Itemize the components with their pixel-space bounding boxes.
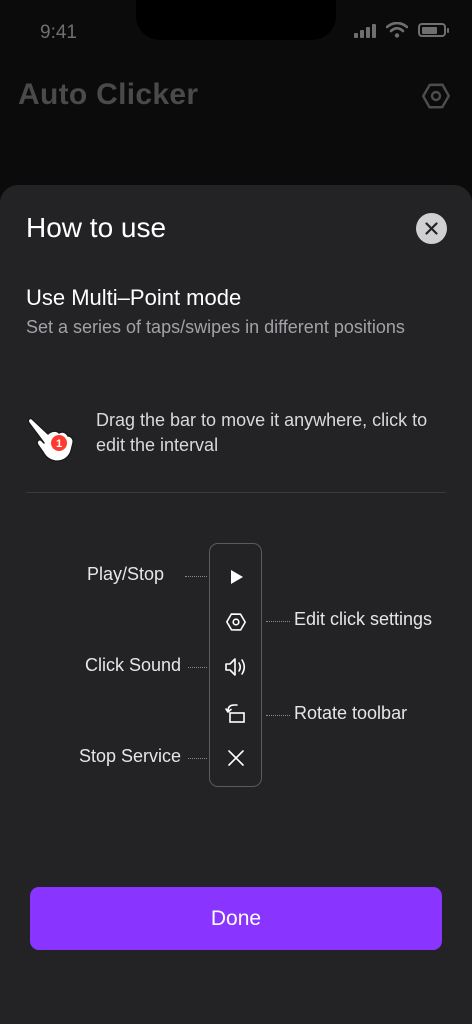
toolbar-settings-button[interactable] <box>210 607 261 637</box>
status-bar: 9:41 <box>0 0 472 64</box>
status-icons <box>354 22 449 38</box>
close-button[interactable] <box>416 213 447 244</box>
speaker-icon <box>224 658 245 676</box>
app-title: Auto Clicker <box>18 78 199 111</box>
label-click-sound: Click Sound <box>85 655 182 675</box>
hand-badge: 1 <box>56 438 62 450</box>
sheet-title: How to use <box>26 212 167 243</box>
hexagon-settings-icon <box>225 613 246 631</box>
toolbar-rotate-button[interactable] <box>210 698 261 728</box>
hand-tap-icon: 1 <box>27 417 74 462</box>
signal-icon <box>354 22 376 38</box>
mode-description: Set a series of taps/swipes in different… <box>26 317 405 337</box>
close-icon <box>227 750 244 766</box>
battery-icon <box>418 23 449 37</box>
label-stop-service: Stop Service <box>79 746 182 766</box>
done-button[interactable]: Done <box>30 887 442 950</box>
hexagon-settings-icon[interactable] <box>420 80 452 112</box>
drag-hint-text: Drag the bar to move it anywhere, click … <box>96 410 428 455</box>
toolbar-play-button[interactable] <box>210 562 261 592</box>
label-rotate-toolbar: Rotate toolbar <box>294 703 408 723</box>
toolbar-stop-service-button[interactable] <box>210 743 261 773</box>
close-icon <box>425 222 438 235</box>
play-icon <box>230 570 243 584</box>
label-play-stop: Play/Stop <box>87 564 165 584</box>
toolbar-sound-button[interactable] <box>210 652 261 682</box>
dotted-connector <box>185 576 207 577</box>
label-edit-settings: Edit click settings <box>294 609 433 629</box>
status-time: 9:41 <box>40 22 77 43</box>
dotted-connector <box>266 621 290 622</box>
mode-title: Use Multi–Point mode <box>26 285 242 310</box>
how-to-use-sheet: How to use Use Multi–Point mode Set a se… <box>0 185 472 1024</box>
notch <box>136 0 336 40</box>
floating-toolbar <box>209 543 262 787</box>
wifi-icon <box>386 22 408 38</box>
rotate-icon <box>224 704 245 723</box>
dotted-connector <box>188 667 207 668</box>
dotted-connector <box>188 758 207 759</box>
dotted-connector <box>266 715 290 716</box>
divider <box>26 492 446 493</box>
